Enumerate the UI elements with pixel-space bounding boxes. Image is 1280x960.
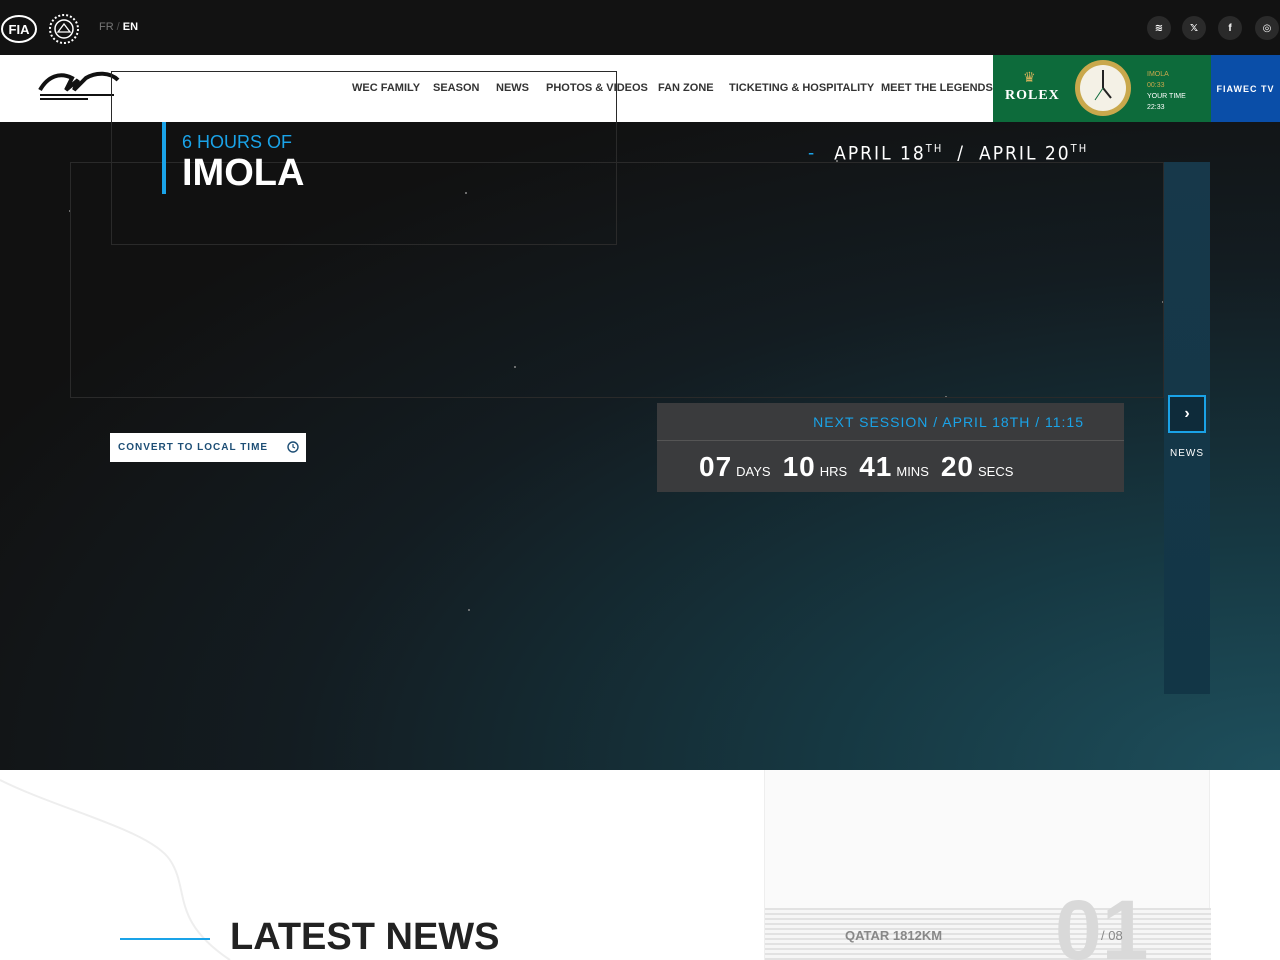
countdown-secs-label: SECS xyxy=(978,464,1014,479)
rolex-location-time: 00:33 xyxy=(1147,82,1165,89)
race-card[interactable]: 01 QATAR 1812KM / 08 xyxy=(764,770,1211,960)
nav-item-ticketing[interactable]: TICKETING & HOSPITALITY xyxy=(729,82,874,94)
rolex-crown-icon: ♛ xyxy=(1023,69,1036,85)
top-bar: FIA FR / EN ≋ 𝕏 f ◎ xyxy=(0,0,1280,55)
event-subtitle: 6 HOURS OF xyxy=(182,132,293,152)
rolex-location: IMOLA xyxy=(1147,71,1169,78)
next-slide-button[interactable]: › xyxy=(1168,395,1206,433)
countdown: 07 DAYS 10 HRS 41 MINS 20 SECS xyxy=(699,451,1025,483)
nav-item-fan-zone[interactable]: FAN ZONE xyxy=(658,82,714,94)
rolex-clock-banner[interactable]: ♛ ROLEX IMOLA 00:33 YOUR TIME 22:33 xyxy=(993,55,1211,122)
date-end-suffix: TH xyxy=(1070,142,1089,155)
instagram-icon[interactable]: ◎ xyxy=(1255,16,1279,40)
date-start: APRIL 18 xyxy=(834,142,926,165)
date-dash: - xyxy=(808,142,817,165)
nav-item-meet-the-legends[interactable]: MEET THE LEGENDS xyxy=(881,82,993,94)
event-title: IMOLA xyxy=(182,152,305,194)
race-count: / 08 xyxy=(1101,928,1123,943)
countdown-days: 07 xyxy=(699,451,733,482)
rolex-clock-icon xyxy=(1075,60,1131,116)
date-separator: / xyxy=(957,142,966,165)
clock-icon xyxy=(287,441,299,453)
countdown-mins: 41 xyxy=(859,451,893,482)
lang-fr-link[interactable]: FR xyxy=(99,21,114,33)
countdown-hrs-label: HRS xyxy=(819,464,848,479)
convert-local-time-button[interactable]: CONVERT TO LOCAL TIME xyxy=(110,433,306,462)
language-switcher: FR / EN xyxy=(99,21,138,33)
side-news-label[interactable]: NEWS xyxy=(1164,448,1210,459)
event-dates: - APRIL 18TH / APRIL 20TH xyxy=(808,142,1088,164)
svg-text:FIA: FIA xyxy=(9,22,31,37)
date-start-suffix: TH xyxy=(925,142,944,155)
chevron-right-icon: › xyxy=(1184,405,1190,422)
date-end: APRIL 20 xyxy=(979,142,1071,165)
countdown-mins-label: MINS xyxy=(896,464,929,479)
rolex-your-time: 22:33 xyxy=(1147,104,1165,111)
rolex-time-info: IMOLA 00:33 YOUR TIME 22:33 xyxy=(1147,69,1186,113)
wec-logo-icon[interactable] xyxy=(38,68,120,104)
latest-news-heading: LATEST NEWS xyxy=(230,916,500,958)
fia-logo-icon[interactable]: FIA xyxy=(0,14,38,44)
race-name: QATAR 1812KM xyxy=(845,928,943,943)
countdown-hrs: 10 xyxy=(782,451,816,482)
rolex-your-time-label: YOUR TIME xyxy=(1147,93,1186,100)
lang-en-link[interactable]: EN xyxy=(123,21,138,33)
session-header: NEXT SESSION / APRIL 18TH / 11:15 xyxy=(657,403,1124,441)
acf-logo-icon[interactable] xyxy=(48,13,80,45)
next-session-panel: NEXT SESSION / APRIL 18TH / 11:15 07 DAYS… xyxy=(657,403,1124,492)
facebook-icon[interactable]: f xyxy=(1218,16,1242,40)
session-title: NEXT SESSION / APRIL 18TH / 11:15 xyxy=(813,414,1084,430)
spotify-icon[interactable]: ≋ xyxy=(1147,16,1171,40)
news-heading-line xyxy=(120,938,210,940)
event-accent-bar xyxy=(162,122,166,194)
rolex-brand: ROLEX xyxy=(1005,88,1060,103)
convert-local-time-label: CONVERT TO LOCAL TIME xyxy=(118,442,269,453)
countdown-secs: 20 xyxy=(940,451,975,482)
fiawec-tv-button[interactable]: FIAWEC TV xyxy=(1211,55,1280,122)
decor-star xyxy=(468,609,470,611)
lang-separator: / xyxy=(116,21,120,33)
latest-news-section: LATEST NEWS 01 QATAR 1812KM / 08 xyxy=(0,770,1280,960)
race-number: 01 xyxy=(1055,883,1149,960)
decor-track-outline xyxy=(0,779,231,960)
x-icon[interactable]: 𝕏 xyxy=(1182,16,1206,40)
countdown-days-label: DAYS xyxy=(736,464,771,479)
